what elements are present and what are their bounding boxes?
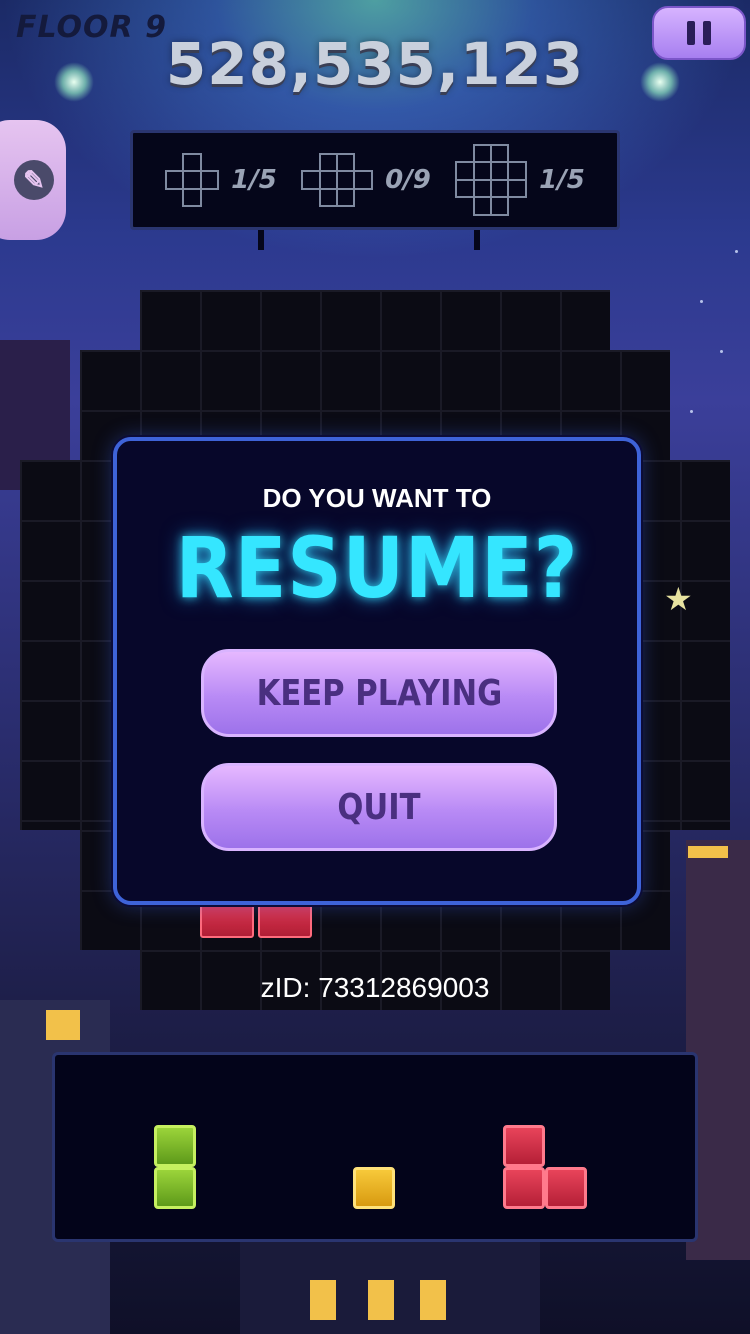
placed-block xyxy=(200,902,254,938)
large-cross-shape-icon xyxy=(455,144,528,216)
pause-icon-bar xyxy=(703,21,711,45)
goal-item: 1/5 xyxy=(165,153,277,207)
star xyxy=(735,250,738,253)
piece-cell xyxy=(503,1167,545,1209)
settings-tab[interactable]: ✎ xyxy=(0,120,66,240)
placed-block xyxy=(258,902,312,938)
goals-board: 1/5 0/9 1/5 xyxy=(130,130,620,230)
quit-label: QUIT xyxy=(337,786,421,828)
zid-label: zID: 73312869003 xyxy=(260,972,490,1003)
building-window xyxy=(310,1280,336,1320)
goal-item: 1/5 xyxy=(455,144,585,216)
piece-tray xyxy=(52,1052,698,1242)
star-icon: ★ xyxy=(664,581,693,617)
building-window xyxy=(420,1280,446,1320)
wrench-icon: ✎ xyxy=(14,160,54,200)
billboard-post xyxy=(258,230,264,250)
keep-playing-button[interactable]: KEEP PLAYING xyxy=(201,649,557,737)
piece-cell xyxy=(353,1167,395,1209)
keep-playing-label: KEEP PLAYING xyxy=(256,672,502,714)
plus-shape-icon xyxy=(165,153,220,207)
goal-count: 1/5 xyxy=(539,165,585,195)
quit-button[interactable]: QUIT xyxy=(201,763,557,851)
building-window xyxy=(368,1280,394,1320)
billboard-post xyxy=(474,230,480,250)
piece-cell xyxy=(154,1167,196,1209)
dialog-title: RESUME? xyxy=(175,519,579,617)
pause-button[interactable] xyxy=(652,6,746,60)
cross-shape-icon xyxy=(301,153,374,207)
goal-item: 0/9 xyxy=(301,153,431,207)
dialog-prompt: DO YOU WANT TO xyxy=(262,483,492,513)
resume-dialog: DO YOU WANT TO RESUME? KEEP PLAYING QUIT xyxy=(113,437,641,905)
goal-count: 0/9 xyxy=(385,165,431,195)
score-display: 528,535,123 xyxy=(165,30,585,98)
piece-cell xyxy=(545,1167,587,1209)
pause-icon xyxy=(687,21,695,45)
piece-cell xyxy=(154,1125,196,1167)
goal-count: 1/5 xyxy=(231,165,277,195)
piece-cell xyxy=(503,1125,545,1167)
